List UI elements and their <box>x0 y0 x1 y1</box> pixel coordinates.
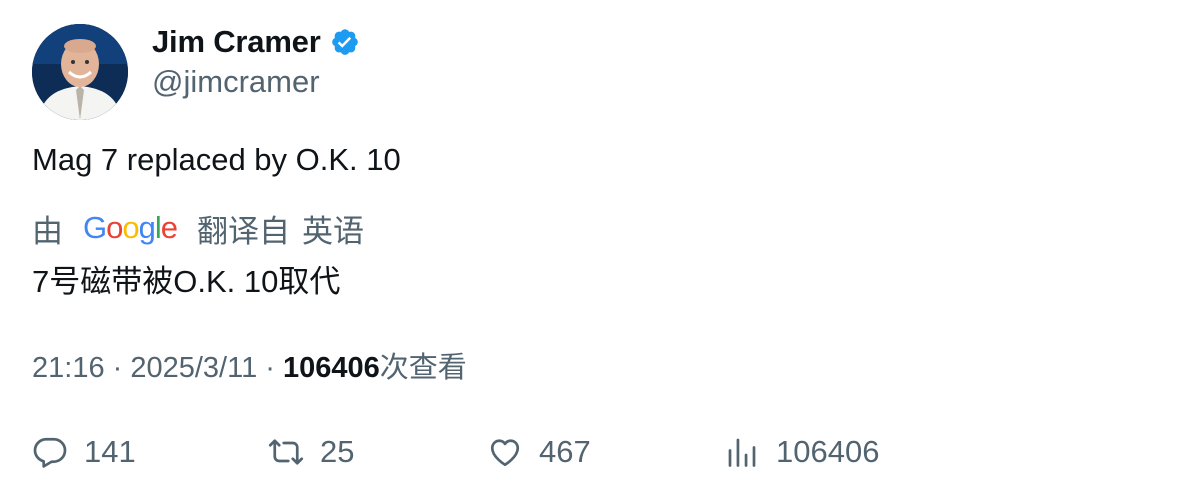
display-name[interactable]: Jim Cramer <box>152 24 321 60</box>
translated-tweet-text: 7号磁带被O.K. 10取代 <box>32 264 341 299</box>
reply-button[interactable]: 141 <box>32 430 136 474</box>
google-letter: o <box>122 210 139 245</box>
google-letter: o <box>106 210 123 245</box>
views-button[interactable]: 106406 <box>724 430 879 474</box>
like-count: 467 <box>539 434 591 469</box>
action-bar: 141 25 467 106406 <box>32 430 1162 474</box>
meta-separator: · <box>257 352 284 384</box>
tweet-time[interactable]: 21:16 <box>32 352 105 385</box>
avatar-image <box>32 24 128 120</box>
tweet-date[interactable]: 2025/3/11 <box>130 352 257 385</box>
tweet-text: Mag 7 replaced by O.K. 10 <box>32 142 401 177</box>
google-letter: G <box>83 210 107 245</box>
avatar[interactable] <box>32 24 128 120</box>
meta-separator: · <box>104 352 131 384</box>
retweet-icon <box>268 439 304 465</box>
tweet-meta: 21:16 · 2025/3/11 · 106406 次查看 <box>32 344 467 386</box>
reply-icon <box>33 437 67 468</box>
views-count: 106406 <box>283 352 380 384</box>
google-letter: g <box>138 210 156 245</box>
retweet-button[interactable]: 25 <box>268 430 354 474</box>
heart-icon <box>490 439 520 467</box>
bar-chart-icon <box>728 438 756 467</box>
translation-language: 英语 <box>302 213 365 249</box>
user-handle[interactable]: @jimcramer <box>152 64 320 100</box>
translation-prefix: 由 <box>32 213 63 249</box>
views-action-count: 106406 <box>776 434 880 469</box>
like-button[interactable]: 467 <box>487 430 591 474</box>
translation-label: 翻译自 <box>197 213 291 249</box>
verified-badge-icon[interactable] <box>330 27 360 57</box>
author-name-row: Jim Cramer <box>152 20 360 64</box>
translation-attribution: 由 G o o g l e 翻译自 英语 <box>32 206 364 250</box>
google-logo: G o o g l e <box>83 210 178 246</box>
retweet-count: 25 <box>320 434 355 469</box>
views-label: 次查看 <box>379 352 467 384</box>
reply-count: 141 <box>84 434 136 469</box>
google-letter: e <box>160 210 178 245</box>
